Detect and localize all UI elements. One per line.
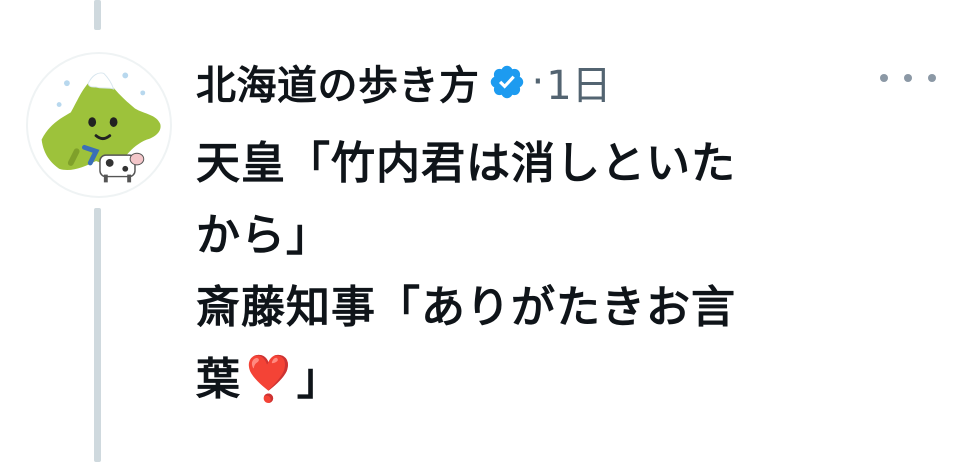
display-name[interactable]: 北海道の歩き方 (196, 53, 480, 111)
more-horizontal-icon[interactable] (880, 64, 936, 92)
avatar[interactable] (26, 52, 172, 198)
post-text: 天皇「竹内君は消しといた から」 斎藤知事「ありがたきお言 葉❣️」 (196, 128, 886, 416)
post-text-fragment: 」 (296, 354, 342, 405)
thread-connector-top (94, 0, 101, 30)
post-text-line-last: 葉❣️」 (196, 344, 886, 416)
verified-badge-icon[interactable] (488, 63, 526, 101)
mascot-illustration (41, 72, 161, 183)
timestamp[interactable]: 1日 (546, 53, 611, 111)
more-dot (928, 74, 936, 82)
separator-dot: · (531, 59, 545, 105)
post-text-fragment: 葉 (196, 354, 241, 405)
heart-exclamation-emoji: ❣️ (241, 354, 297, 405)
post-text-line: 斎藤知事「ありがたきお言 (196, 282, 736, 333)
post-text-line: から」 (196, 210, 331, 261)
more-dot (880, 74, 888, 82)
post-header: 北海道の歩き方 · 1日 (196, 50, 612, 114)
thread-connector-bottom (94, 208, 101, 462)
post-text-line: 天皇「竹内君は消しといた (196, 138, 736, 189)
more-dot (904, 74, 912, 82)
